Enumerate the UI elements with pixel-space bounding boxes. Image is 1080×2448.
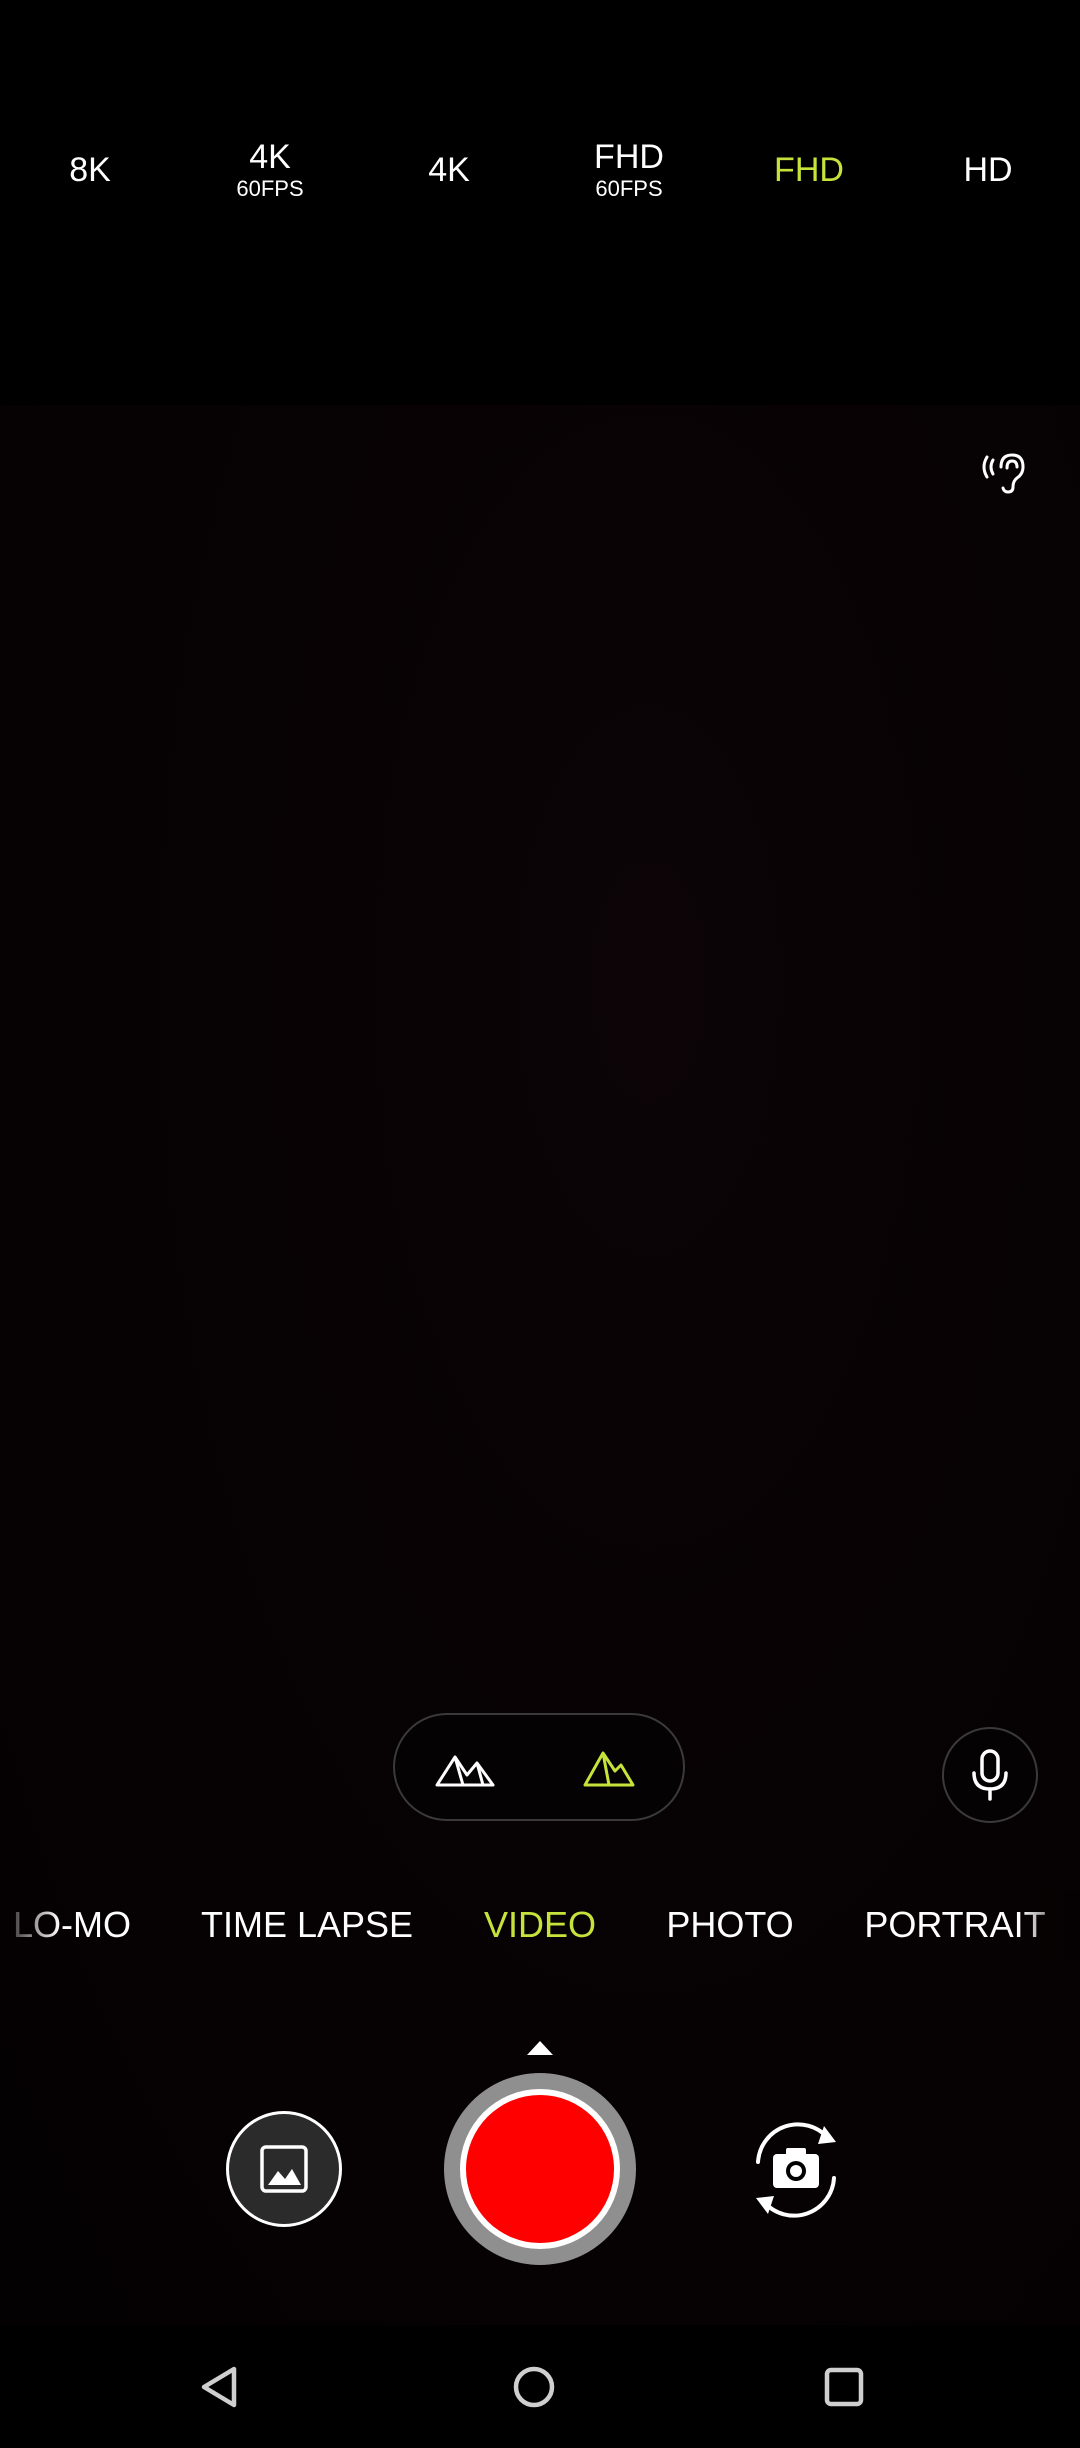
caret-up-icon[interactable] bbox=[525, 2039, 555, 2057]
navigation-bar bbox=[0, 2325, 1080, 2448]
resolution-label: FHD bbox=[594, 138, 664, 176]
image-icon bbox=[260, 2145, 308, 2193]
resolution-bar: 8K 4K 60FPS 4K FHD 60FPS FHD HD bbox=[0, 130, 1080, 210]
gallery-button[interactable] bbox=[226, 2111, 342, 2227]
mode-fade-left bbox=[0, 1890, 60, 1960]
back-triangle-icon[interactable] bbox=[190, 2355, 254, 2419]
home-circle-icon[interactable] bbox=[502, 2355, 566, 2419]
mode-portrait[interactable]: PORTRAIT bbox=[864, 1895, 1045, 1955]
mode-time-lapse[interactable]: TIME LAPSE bbox=[201, 1895, 413, 1955]
resolution-label: FHD bbox=[774, 151, 844, 189]
record-button-core bbox=[466, 2095, 614, 2243]
switch-camera-icon[interactable] bbox=[736, 2110, 856, 2230]
resolution-fhd[interactable]: FHD bbox=[729, 130, 889, 210]
resolution-label: HD bbox=[963, 151, 1013, 189]
microphone-icon bbox=[972, 1749, 1008, 1801]
lens-switcher bbox=[393, 1713, 685, 1821]
resolution-label: 8K bbox=[69, 151, 111, 189]
mode-photo[interactable]: PHOTO bbox=[666, 1895, 793, 1955]
record-button[interactable] bbox=[444, 2073, 636, 2265]
mountain-icon[interactable] bbox=[571, 1735, 651, 1801]
microphone-button[interactable] bbox=[942, 1727, 1038, 1823]
resolution-label: 4K bbox=[428, 151, 470, 189]
resolution-8k[interactable]: 8K bbox=[10, 130, 170, 210]
resolution-fhd-60fps[interactable]: FHD 60FPS bbox=[549, 130, 709, 210]
mountains-wide-icon[interactable] bbox=[431, 1735, 511, 1801]
mode-video[interactable]: VIDEO bbox=[484, 1895, 596, 1955]
resolution-fps: 60FPS bbox=[236, 176, 304, 201]
resolution-hd[interactable]: HD bbox=[908, 130, 1068, 210]
mode-fade-right bbox=[1020, 1890, 1080, 1960]
hearing-icon[interactable] bbox=[979, 443, 1033, 497]
resolution-4k-60fps[interactable]: 4K 60FPS bbox=[190, 130, 350, 210]
resolution-fps: 60FPS bbox=[595, 176, 663, 201]
recents-square-icon[interactable] bbox=[812, 2355, 876, 2419]
camera-screen: 8K 4K 60FPS 4K FHD 60FPS FHD HD LO-MO TI… bbox=[0, 0, 1080, 2448]
viewfinder[interactable] bbox=[0, 405, 1080, 2325]
resolution-label: 4K bbox=[249, 138, 291, 176]
mode-bar: LO-MO TIME LAPSE VIDEO PHOTO PORTRAIT bbox=[0, 1895, 1080, 1955]
resolution-4k[interactable]: 4K bbox=[369, 130, 529, 210]
